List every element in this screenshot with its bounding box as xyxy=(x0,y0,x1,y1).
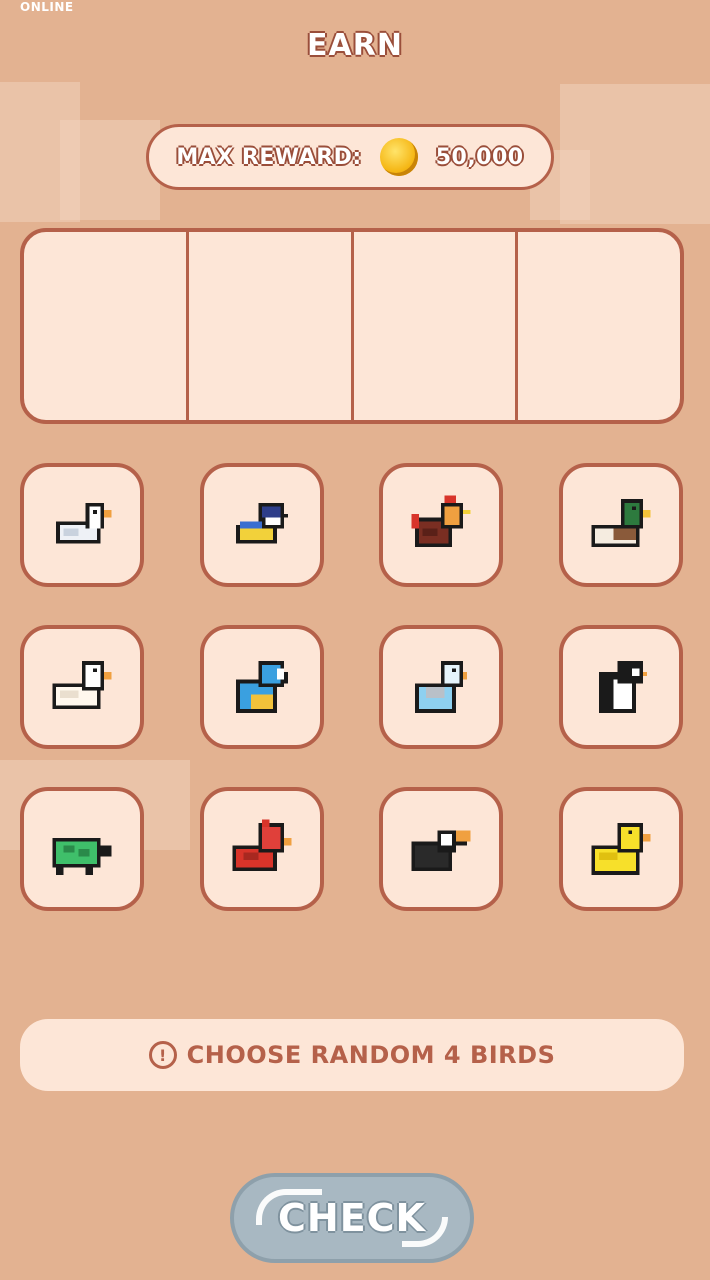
bird-card-penguin[interactable] xyxy=(559,625,683,749)
bird-card-blue-tit[interactable] xyxy=(200,463,324,587)
rubber-duck-icon xyxy=(591,823,651,875)
selection-slot-4[interactable] xyxy=(518,232,680,420)
hint-text: CHOOSE RANDOM 4 BIRDS xyxy=(186,1041,556,1069)
goose-icon xyxy=(56,502,112,544)
penguin-icon xyxy=(598,661,647,713)
rooster-icon xyxy=(411,495,471,548)
selection-slot-1[interactable] xyxy=(24,232,189,420)
cardinal-icon xyxy=(232,819,292,872)
max-reward-label: MAX REWARD: xyxy=(176,144,362,170)
page-title: EARN xyxy=(307,28,403,63)
toucan-icon xyxy=(411,830,471,872)
parrot-icon xyxy=(236,661,288,713)
exclamation-circle-icon: ! xyxy=(148,1041,177,1069)
bird-card-rubber-duck[interactable] xyxy=(559,787,683,911)
selection-slot-2[interactable] xyxy=(189,232,354,420)
blue-tit-icon xyxy=(236,502,288,544)
check-button-label: CHECK xyxy=(278,1196,426,1240)
bird-card-cardinal[interactable] xyxy=(200,787,324,911)
turtle-icon xyxy=(52,837,112,875)
max-reward-amount: 50,000 xyxy=(435,144,524,170)
bird-card-rooster[interactable] xyxy=(379,463,503,587)
hint-bar: ! CHOOSE RANDOM 4 BIRDS xyxy=(20,1019,684,1091)
bird-card-blue-parrot[interactable] xyxy=(200,625,324,749)
network-status: ONLINE xyxy=(20,0,74,14)
budgie-icon xyxy=(415,661,467,713)
bird-card-toucan[interactable] xyxy=(379,787,503,911)
bird-card-turtle[interactable] xyxy=(20,787,144,911)
bird-card-budgie[interactable] xyxy=(379,625,503,749)
white-duck-icon xyxy=(52,661,112,710)
selection-slot-3[interactable] xyxy=(354,232,519,420)
gold-coin-icon xyxy=(379,138,418,176)
max-reward-banner: MAX REWARD: 50,000 xyxy=(146,124,554,190)
mallard-icon xyxy=(591,499,651,548)
selection-slots xyxy=(20,228,684,424)
bird-card-white-goose[interactable] xyxy=(20,463,144,587)
check-button[interactable]: CHECK xyxy=(230,1173,474,1263)
bird-card-mallard[interactable] xyxy=(559,463,683,587)
bird-card-white-duck[interactable] xyxy=(20,625,144,749)
